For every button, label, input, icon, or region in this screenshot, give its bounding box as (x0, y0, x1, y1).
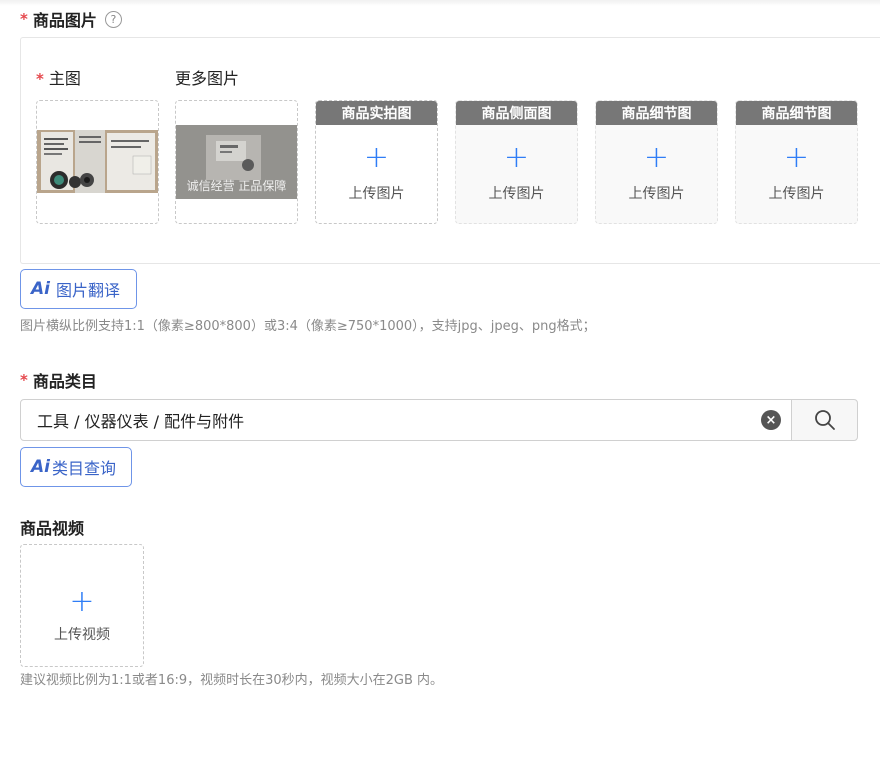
ai-category-query-button[interactable]: Ai 类目查询 (20, 447, 132, 487)
ai-icon: Ai (31, 457, 50, 477)
slot-title: 商品细节图 (736, 101, 857, 125)
category-value: 工具 / 仪器仪表 / 配件与附件 (37, 412, 245, 431)
top-shadow (0, 0, 880, 6)
plus-icon: + (69, 584, 95, 619)
upload-slot-detail-1[interactable]: 商品细节图 + 上传图片 (595, 100, 718, 224)
required-mark: * (20, 10, 28, 28)
product-category-label: * 商品类目 (20, 368, 97, 392)
watermark-text: 诚信经营 正品保障 (186, 179, 287, 193)
more-images-label: 更多图片 (175, 69, 240, 88)
image-format-hint: 图片横纵比例支持1:1（像素≥800*800）或3:4（像素≥750*1000）… (20, 319, 596, 334)
slot-upload-text: 上传图片 (488, 186, 545, 202)
help-icon[interactable]: ? (104, 10, 122, 28)
category-input[interactable]: 工具 / 仪器仪表 / 配件与附件 × (20, 399, 792, 441)
upload-slot-real-photo[interactable]: 商品实拍图 + 上传图片 (315, 100, 438, 224)
main-image-label-text: 主图 (48, 69, 81, 88)
main-image-label: * 主图 (36, 65, 81, 89)
ai-image-translate-label: 图片翻译 (55, 281, 120, 300)
upload-slot-side-view[interactable]: 商品侧面图 + 上传图片 (455, 100, 578, 224)
slot-upload-text: 上传图片 (348, 186, 405, 202)
slot-title: 商品细节图 (596, 101, 717, 125)
ai-category-query-label: 类目查询 (51, 459, 116, 478)
ai-image-translate-button[interactable]: Ai 图片翻译 (20, 269, 137, 309)
search-icon (814, 410, 835, 430)
plus-icon: + (783, 140, 810, 175)
plus-icon: + (503, 140, 530, 175)
plus-icon: + (363, 140, 390, 175)
main-image-slot[interactable] (36, 100, 159, 224)
more-image-slot[interactable]: 诚信经营 正品保障 (175, 100, 298, 224)
upload-slot-detail-2[interactable]: 商品细节图 + 上传图片 (735, 100, 858, 224)
more-image-thumbnail: 诚信经营 正品保障 (176, 125, 297, 199)
video-hint: 建议视频比例为1:1或者16:9，视频时长在30秒内，视频大小在2GB 内。 (20, 673, 444, 688)
main-image-thumbnail (37, 130, 158, 193)
slot-upload-text: 上传图片 (768, 186, 825, 202)
plus-icon: + (643, 140, 670, 175)
slot-title: 商品实拍图 (316, 101, 437, 125)
ai-icon: Ai (31, 279, 50, 299)
product-images-title: 商品图片 (32, 11, 97, 30)
product-video-title: 商品视频 (20, 519, 85, 538)
required-mark: * (20, 371, 28, 389)
product-images-label: * 商品图片 ? (20, 7, 122, 31)
video-upload-text: 上传视频 (54, 627, 110, 643)
slot-title: 商品侧面图 (456, 101, 577, 125)
video-upload-slot[interactable]: + 上传视频 (20, 544, 144, 667)
required-mark: * (36, 70, 44, 88)
slot-upload-text: 上传图片 (628, 186, 685, 202)
category-search-button[interactable] (791, 399, 858, 441)
product-category-title: 商品类目 (32, 372, 97, 391)
product-video-label: 商品视频 (20, 515, 84, 539)
clear-icon[interactable]: × (761, 410, 781, 430)
